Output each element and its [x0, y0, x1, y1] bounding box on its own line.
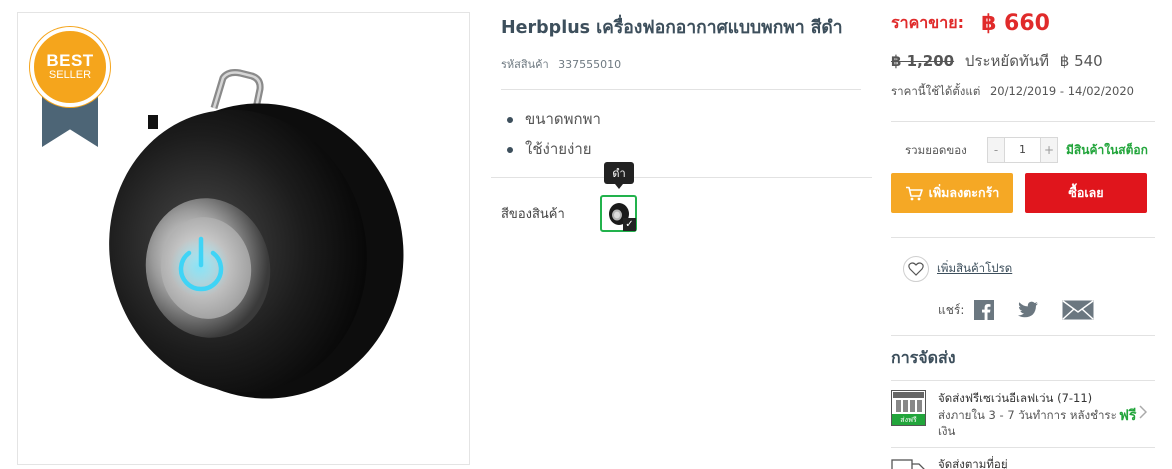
- price-label: ราคาขาย:: [891, 13, 964, 32]
- buy-now-label: ซื้อเลย: [1068, 185, 1104, 200]
- color-swatch-black[interactable]: ✓: [600, 195, 637, 232]
- share-label: แชร์:: [938, 302, 965, 317]
- old-price-row: ฿ 1,200 ประหยัดทันที ฿ 540: [891, 49, 1103, 73]
- feature-list: ขนาดพกพา ใช้ง่ายง่าย: [505, 108, 601, 168]
- quantity-input[interactable]: 1: [1004, 138, 1041, 162]
- product-image-panel[interactable]: BEST SELLER: [17, 12, 470, 465]
- shipping-option-name: จัดส่งฟรีเซเว่นอีเลฟเว่น (7-11): [938, 391, 1093, 405]
- shipping-option-price: ฟรี: [1119, 408, 1137, 424]
- quantity-increase-button[interactable]: +: [1041, 138, 1057, 162]
- chevron-right-icon: [1139, 405, 1148, 423]
- divider: [501, 89, 861, 90]
- save-amount: ฿ 540: [1059, 52, 1103, 70]
- shipping-option-7-11[interactable]: ส่งฟรี จัดส่งฟรีเซเว่นอีเลฟเว่น (7-11) ส…: [891, 390, 1155, 440]
- divider: [891, 380, 1155, 381]
- feature-item: ขนาดพกพา: [505, 108, 601, 138]
- product-sku: รหัสสินค้า 337555010: [501, 55, 627, 73]
- quantity-label: รวมยอดของ: [905, 143, 967, 157]
- add-to-cart-button[interactable]: เพิ่มลงตะกร้า: [891, 173, 1013, 213]
- purchase-panel: ราคาขาย: ฿ 660 ฿ 1,200 ประหยัดทันที ฿ 54…: [891, 0, 1155, 469]
- stock-status: มีสินค้าในสต็อก: [1066, 143, 1148, 157]
- twitter-icon[interactable]: [1017, 301, 1039, 319]
- feature-item: ใช้ง่ายง่าย: [505, 138, 601, 168]
- old-price: ฿ 1,200: [891, 52, 955, 70]
- best-seller-badge: BEST SELLER: [30, 27, 110, 147]
- price-value: ฿ 660: [981, 11, 1050, 36]
- product-info: Herbplus เครื่องฟอกอากาศแบบพกพา สีดำ รหั…: [491, 0, 872, 469]
- color-label: สีของสินค้า: [501, 207, 565, 222]
- shipping-option-address[interactable]: จัดส่งตามที่อยู่: [891, 456, 1155, 469]
- sku-value: 337555010: [558, 58, 622, 71]
- divider: [891, 121, 1155, 122]
- color-tooltip: ดำ: [604, 162, 634, 189]
- facebook-icon[interactable]: [974, 300, 995, 320]
- wishlist-label: เพิ่มสินค้าโปรด: [937, 261, 1013, 275]
- ship-icon-caption: ส่งฟรี: [900, 416, 917, 424]
- divider: [891, 447, 1155, 448]
- save-label: ประหยัดทันที: [964, 52, 1049, 70]
- seven-eleven-store-icon: ส่งฟรี: [891, 390, 926, 426]
- buy-now-button[interactable]: ซื้อเลย: [1025, 173, 1147, 213]
- price-row: ราคาขาย: ฿ 660: [891, 11, 1050, 36]
- delivery-truck-icon: [891, 456, 926, 469]
- badge-circle: BEST SELLER: [30, 27, 110, 107]
- product-title: Herbplus เครื่องฟอกอากาศแบบพกพา สีดำ: [501, 18, 843, 38]
- valid-label: ราคานี้ใช้ได้ตั้งแต่: [891, 84, 981, 98]
- shipping-option-description: ส่งภายใน 3 - 7 วันทำการ หลังชำระเงิน: [938, 408, 1117, 438]
- share-row: แชร์:: [938, 300, 1117, 320]
- quantity-stepper: - 1 +: [987, 137, 1058, 163]
- email-icon[interactable]: [1062, 300, 1094, 320]
- add-to-wishlist-link[interactable]: เพิ่มสินค้าโปรด: [903, 256, 1012, 282]
- check-icon: ✓: [623, 218, 636, 231]
- valid-range: 20/12/2019 - 14/02/2020: [989, 84, 1134, 98]
- quantity-decrease-button[interactable]: -: [988, 138, 1004, 162]
- shipping-option-name: จัดส่งตามที่อยู่: [938, 457, 1008, 469]
- badge-text-seller: SELLER: [48, 69, 92, 81]
- add-to-cart-label: เพิ่มลงตะกร้า: [928, 185, 1000, 200]
- shopping-cart-icon: [905, 186, 923, 200]
- divider: [891, 335, 1155, 336]
- divider: [491, 177, 872, 178]
- heart-icon: [903, 256, 929, 282]
- price-valid-row: ราคานี้ใช้ได้ตั้งแต่ 20/12/2019 - 14/02/…: [891, 83, 1134, 101]
- shipping-title: การจัดส่ง: [891, 348, 956, 367]
- divider: [891, 237, 1155, 238]
- badge-text-best: BEST: [46, 51, 94, 70]
- sku-label: รหัสสินค้า: [501, 58, 549, 71]
